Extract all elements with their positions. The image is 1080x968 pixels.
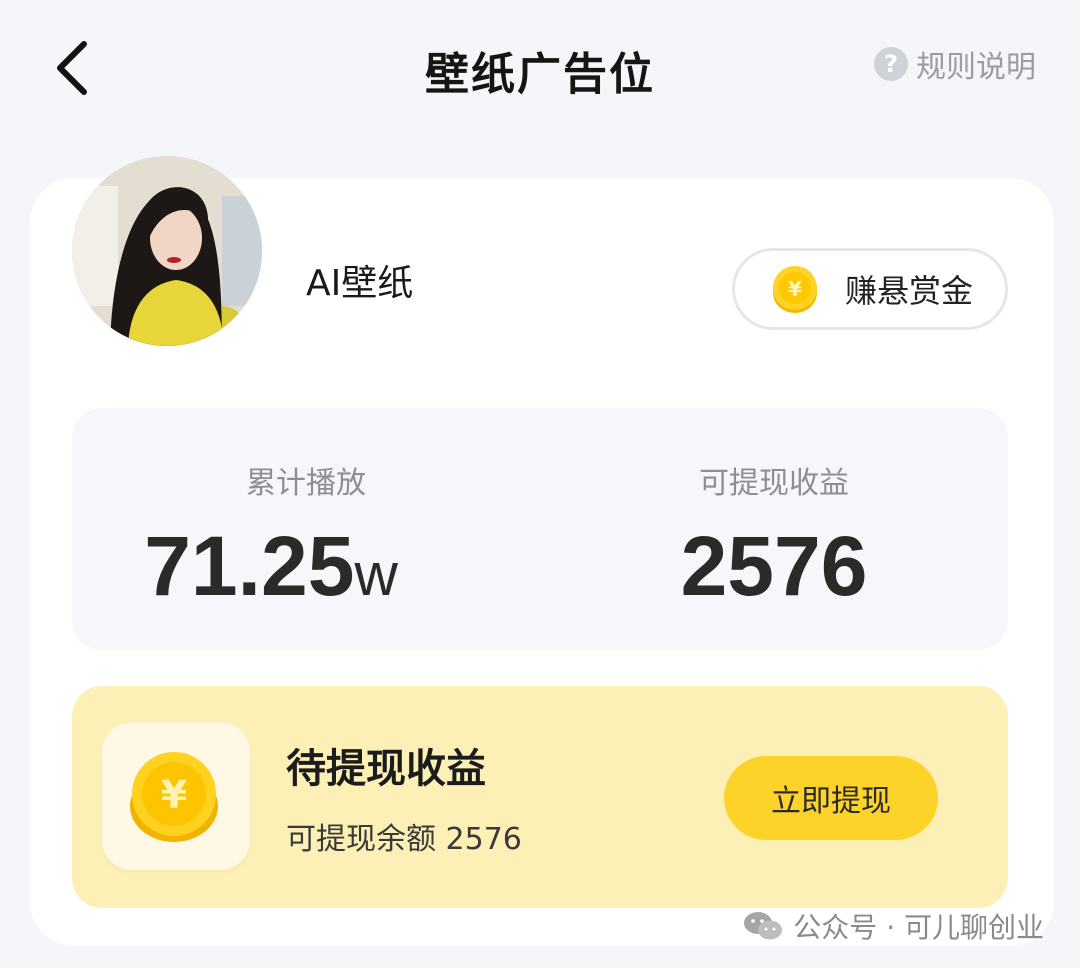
pending-earnings-panel: ¥ 待提现收益 可提现余额 2576 立即提现 [72, 686, 1008, 908]
coin-icon: ¥ [773, 266, 817, 313]
coin-tile: ¥ [102, 722, 250, 870]
earn-bounty-button[interactable]: ¥ 赚悬赏金 [732, 248, 1008, 330]
plays-unit: w [354, 541, 398, 608]
username: AI壁纸 [306, 263, 414, 304]
top-bar: 壁纸广告位 ? 规则说明 [0, 0, 1080, 140]
plays-value: 71.25w [2, 518, 540, 615]
pending-title: 待提现收益 [286, 746, 486, 792]
withdraw-now-button[interactable]: 立即提现 [724, 756, 938, 840]
plays-label: 累计播放 [246, 466, 366, 501]
rules-link[interactable]: ? 规则说明 [874, 44, 1036, 85]
watermark: 公众号 · 可儿聊创业 [743, 906, 1044, 946]
earnings-label: 可提现收益 [699, 466, 849, 501]
withdrawable-balance: 可提现余额 2576 [286, 822, 522, 857]
plays-number: 71.25 [144, 519, 355, 613]
coin-symbol: ¥ [788, 277, 802, 301]
plays-stat: 累计播放 71.25w [72, 408, 540, 650]
wechat-icon [744, 912, 783, 940]
yuan-coin-icon: ¥ [130, 752, 218, 842]
rules-label: 规则说明 [916, 50, 1036, 85]
earn-bounty-label: 赚悬赏金 [845, 272, 974, 310]
earnings-stat: 可提现收益 2576 [540, 408, 1008, 650]
avatar[interactable] [72, 156, 262, 346]
help-icon: ? [874, 47, 908, 81]
stats-panel: 累计播放 71.25w 可提现收益 2576 [72, 408, 1008, 650]
watermark-text: 公众号 · 可儿聊创业 [793, 911, 1044, 944]
earnings-value: 2576 [680, 519, 868, 613]
avatar-photo [72, 156, 262, 346]
coin-symbol-large: ¥ [161, 773, 187, 817]
